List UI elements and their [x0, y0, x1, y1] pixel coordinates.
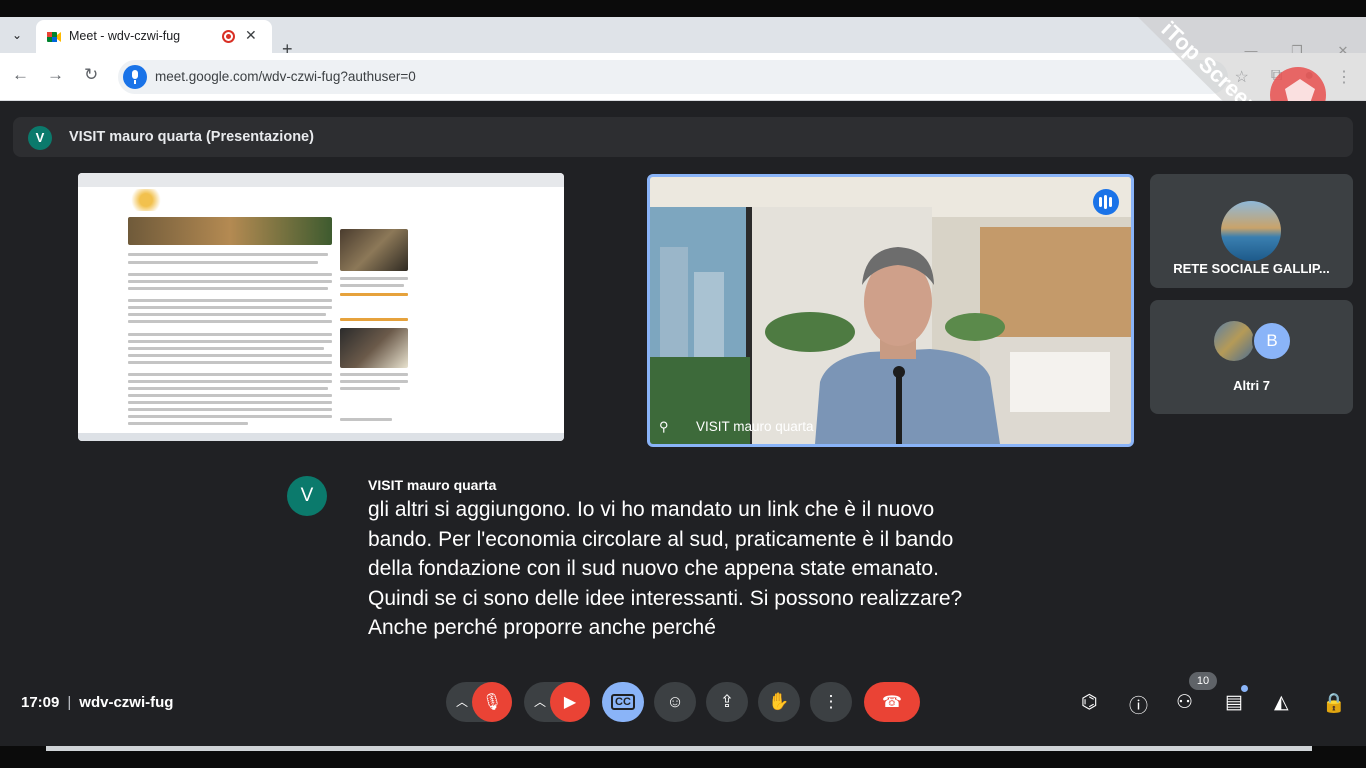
activities-icon[interactable]: ◭: [1274, 691, 1289, 714]
caption-line: bando. Per l'economia circolare al sud, …: [368, 527, 954, 551]
meet-stage: V VISIT mauro quarta (Presentazione) ⚲ V…: [0, 101, 1366, 746]
tab-title: Meet - wdv-czwi-fug: [69, 29, 181, 43]
meeting-details-icon[interactable]: ⓘ: [1129, 691, 1148, 718]
leave-call-button[interactable]: ☎: [864, 682, 920, 722]
extensions-icon[interactable]: ⧉: [1271, 67, 1282, 87]
people-icon[interactable]: ⚇: [1176, 691, 1193, 714]
participant-tile-rete-sociale[interactable]: RETE SOCIALE GALLIP...: [1150, 174, 1353, 288]
chat-icon[interactable]: ▤: [1225, 691, 1243, 714]
tab-search-button[interactable]: ⌄: [6, 24, 28, 46]
microphone-control: ︿ 🎙: [446, 682, 512, 722]
more-options-button[interactable]: ⋮: [810, 682, 852, 722]
address-bar[interactable]: meet.google.com/wdv-czwi-fug?authuser=0: [118, 60, 1228, 94]
shared-logo: [128, 189, 164, 211]
caption-speaker-name: VISIT mauro quarta: [368, 477, 497, 493]
meeting-info: 17:09 | wdv-czwi-fug: [21, 694, 174, 711]
presentation-title: VISIT mauro quarta (Presentazione): [69, 129, 314, 145]
extension-icons: ☆ ⧉ ● ⋮: [1235, 67, 1352, 87]
present-screen-button[interactable]: ⇪: [706, 682, 748, 722]
chat-notification-dot: [1241, 685, 1248, 692]
bookmark-star-icon[interactable]: ☆: [1235, 67, 1249, 87]
emoji-reaction-button[interactable]: ☺: [654, 682, 696, 722]
participant-name: RETE SOCIALE GALLIP...: [1173, 261, 1330, 276]
camera-off-button[interactable]: ▶: [550, 682, 590, 722]
meet-icon: [47, 32, 61, 42]
participant-avatar: [1221, 201, 1281, 261]
shared-browser-chrome: [78, 173, 564, 187]
companion-mode-icon[interactable]: ⌬: [1081, 691, 1098, 714]
caption-line: Anche perché proporre anche perché: [368, 616, 716, 639]
host-controls-icon[interactable]: 🔒: [1322, 691, 1346, 715]
captions-button[interactable]: CC: [602, 682, 644, 722]
main-video-tile[interactable]: ⚲ VISIT mauro quarta: [647, 174, 1134, 447]
microphone-in-use-icon[interactable]: [123, 65, 147, 89]
reload-icon[interactable]: ↻: [84, 65, 98, 85]
pin-icon[interactable]: ⚲: [659, 419, 669, 435]
shared-thumb-1: [340, 229, 408, 271]
speaker-video: [650, 177, 1131, 444]
shared-taskbar: [78, 433, 564, 441]
caption-text: gli altri si aggiungono. Io vi ho mandat…: [368, 495, 1068, 643]
shared-thumb-2: [340, 328, 408, 368]
menu-icon[interactable]: ⋮: [1336, 67, 1352, 87]
camera-control: ︿ ▶: [524, 682, 590, 722]
meeting-code: wdv-czwi-fug: [79, 694, 174, 711]
mic-options-chevron-icon[interactable]: ︿: [456, 693, 468, 710]
captions-icon: CC: [611, 694, 635, 710]
caption-line: della fondazione con il sud nuovo che ap…: [368, 557, 939, 580]
participant-count-badge: 10: [1189, 672, 1217, 690]
participant-avatar-photo: [1214, 321, 1254, 361]
browser-toolbar: ← → ↻ meet.google.com/wdv-czwi-fug?authu…: [0, 53, 1366, 101]
participant-avatar-letter: B: [1252, 321, 1292, 361]
raise-hand-button[interactable]: ✋: [758, 682, 800, 722]
os-taskbar: [0, 746, 1366, 768]
presenter-avatar: V: [28, 126, 52, 150]
caption-speaker-avatar: V: [287, 476, 327, 516]
tab-strip: ⌄ Meet - wdv-czwi-fug ✕ + — ❐ ✕: [0, 17, 1366, 59]
caption-line: gli altri si aggiungono. Io vi ho mandat…: [368, 498, 935, 521]
url-text[interactable]: meet.google.com/wdv-czwi-fug?authuser=0: [155, 69, 416, 84]
profile-icon[interactable]: ●: [1304, 67, 1314, 87]
others-count-label: Altri 7: [1233, 378, 1270, 393]
back-icon[interactable]: ←: [12, 65, 29, 85]
shared-article-image: [128, 217, 332, 245]
mic-off-button[interactable]: 🎙: [472, 682, 512, 722]
forward-icon[interactable]: →: [47, 65, 64, 85]
participant-tile-others[interactable]: B Altri 7: [1150, 300, 1353, 414]
presentation-bar: V VISIT mauro quarta (Presentazione): [13, 117, 1353, 157]
caption-line: Quindi se ci sono delle idee interessant…: [368, 586, 963, 610]
browser-tab[interactable]: Meet - wdv-czwi-fug ✕: [36, 20, 272, 53]
camera-options-chevron-icon[interactable]: ︿: [534, 693, 546, 710]
video-participant-name: VISIT mauro quarta: [696, 419, 814, 434]
recording-icon: [222, 30, 235, 43]
shared-screen[interactable]: [78, 173, 564, 441]
speaking-indicator-icon: [1093, 189, 1119, 215]
close-tab-icon[interactable]: ✕: [245, 27, 257, 44]
screen-top-bar: [0, 0, 1366, 17]
meeting-time: 17:09: [21, 694, 60, 711]
